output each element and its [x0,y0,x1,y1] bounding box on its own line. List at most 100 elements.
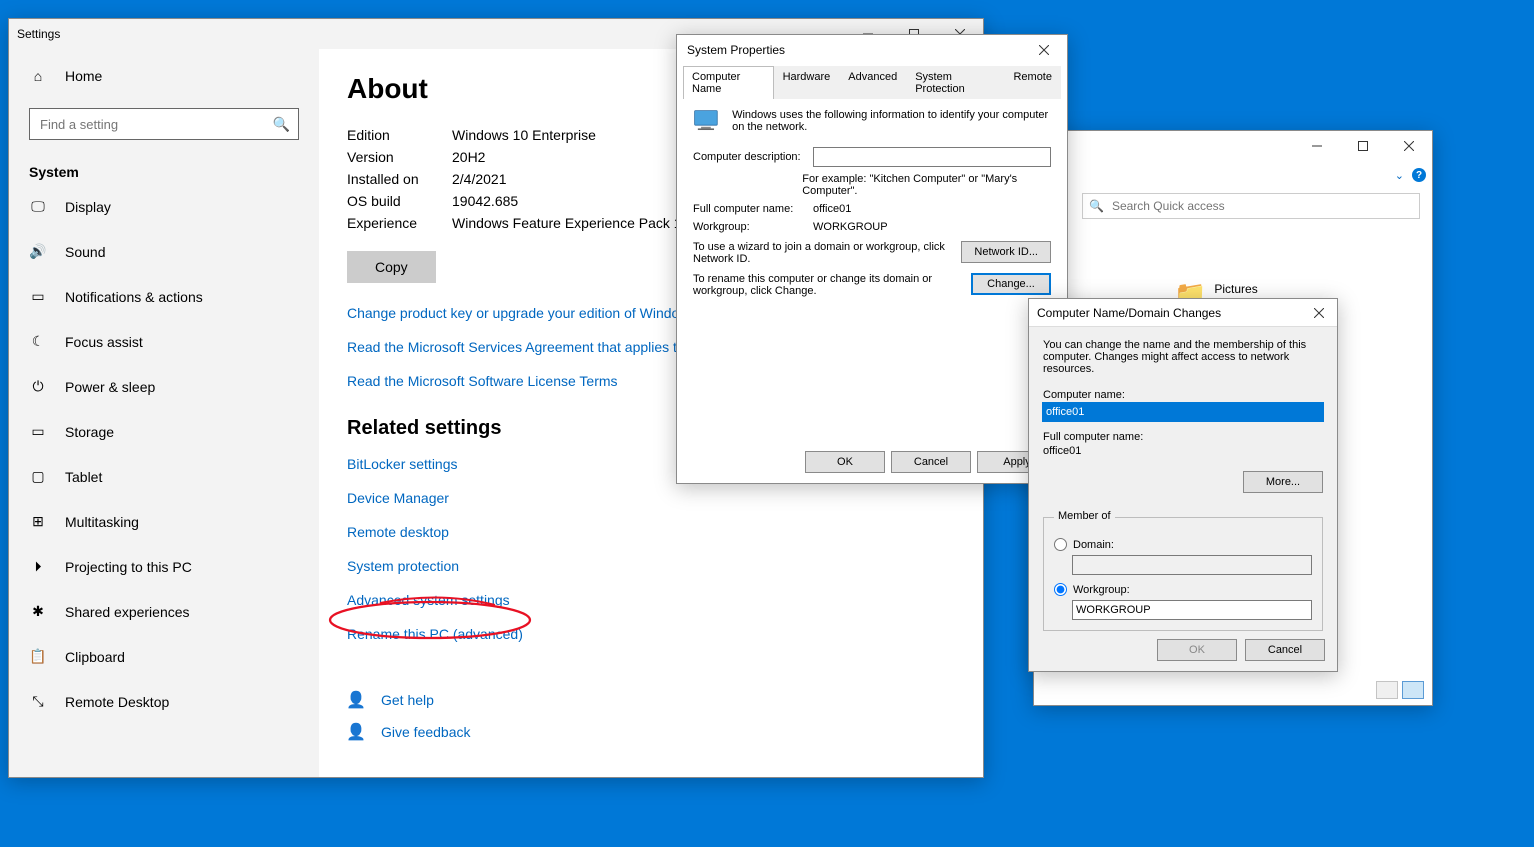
experience-label: Experience [347,215,452,231]
close-button[interactable] [1386,131,1432,161]
full-computer-name-value-dlg: office01 [1043,445,1323,457]
maximize-button[interactable] [1340,131,1386,161]
get-help-link[interactable]: Get help [381,692,434,708]
explorer-search-input[interactable] [1110,198,1413,214]
edition-value: Windows 10 Enterprise [452,127,596,143]
nav-power-sleep[interactable]: ⏻Power & sleep [9,364,319,409]
nav-projecting[interactable]: ⏵Projecting to this PC [9,544,319,589]
minimize-button[interactable] [1294,131,1340,161]
nav-sound[interactable]: 🔊Sound [9,229,319,274]
settings-search-box[interactable]: 🔍 [29,108,299,140]
search-icon: 🔍 [273,116,290,133]
home-nav[interactable]: ⌂ Home [9,53,319,98]
home-icon: ⌂ [29,68,47,84]
more-button[interactable]: More... [1243,471,1323,493]
view-details-icon[interactable] [1376,681,1398,699]
computer-name-label: Computer name: [1043,389,1323,401]
sysprops-title: System Properties [677,43,1021,57]
get-help-row[interactable]: 👤 Get help [347,690,955,710]
tab-remote[interactable]: Remote [1004,66,1061,99]
explorer-titlebar [1034,131,1432,161]
tab-computer-name[interactable]: Computer Name [683,66,774,99]
sound-icon: 🔊 [29,243,47,260]
help-icon[interactable]: ? [1412,168,1426,182]
view-large-icon[interactable] [1402,681,1424,699]
full-computer-name-value: office01 [813,203,851,215]
domain-changes-dialog: Computer Name/Domain Changes You can cha… [1028,298,1338,672]
nav-focus-assist[interactable]: ☾Focus assist [9,319,319,364]
multitasking-icon: ⊞ [29,513,47,530]
member-of-legend: Member of [1054,510,1115,522]
give-feedback-row[interactable]: 👤 Give feedback [347,722,955,742]
focus-icon: ☾ [29,333,47,350]
nav-tablet[interactable]: ▢Tablet [9,454,319,499]
tab-system-protection[interactable]: System Protection [906,66,1004,99]
link-system-protection[interactable]: System protection [347,558,955,574]
explorer-ribbon: ⌄ ? [1034,161,1432,189]
member-of-group: Member of Domain: Workgroup: [1043,517,1323,631]
link-device-manager[interactable]: Device Manager [347,490,955,506]
tab-advanced[interactable]: Advanced [839,66,906,99]
remote-desktop-icon: ⤡ [29,693,47,710]
nav-storage[interactable]: ▭Storage [9,409,319,454]
sysprops-intro: Windows uses the following information t… [732,109,1051,133]
explorer-search-box[interactable]: 🔍 [1082,193,1420,219]
tab-hardware[interactable]: Hardware [774,66,840,99]
domain-dialog-title: Computer Name/Domain Changes [1029,306,1301,320]
nav-remote-desktop[interactable]: ⤡Remote Desktop [9,679,319,724]
system-properties-dialog: System Properties Computer Name Hardware… [676,34,1068,484]
cancel-button[interactable]: Cancel [1245,639,1325,661]
give-feedback-link[interactable]: Give feedback [381,724,471,740]
computer-name-input[interactable] [1043,403,1323,421]
link-rename-pc-advanced[interactable]: Rename this PC (advanced) [347,626,955,642]
domain-radio[interactable] [1054,538,1067,551]
nav-notifications[interactable]: ▭Notifications & actions [9,274,319,319]
workgroup-value: WORKGROUP [813,221,888,233]
computer-description-input[interactable] [813,147,1051,167]
nav-clipboard[interactable]: 📋Clipboard [9,634,319,679]
workgroup-input[interactable] [1072,600,1312,620]
search-icon: 🔍 [1089,199,1104,213]
system-heading: System [9,152,319,184]
nav-multitasking[interactable]: ⊞Multitasking [9,499,319,544]
feedback-icon: 👤 [347,722,365,742]
get-help-icon: 👤 [347,690,365,710]
computer-description-example: For example: "Kitchen Computer" or "Mary… [802,173,1051,197]
power-icon: ⏻ [29,378,47,395]
domain-dialog-intro: You can change the name and the membersh… [1043,339,1323,375]
close-button[interactable] [1301,298,1337,328]
change-button[interactable]: Change... [971,273,1051,295]
ok-button[interactable]: OK [1157,639,1237,661]
osbuild-label: OS build [347,193,452,209]
ok-button[interactable]: OK [805,451,885,473]
domain-input [1072,555,1312,575]
nav-display[interactable]: 🖵Display [9,184,319,229]
domain-radio-label: Domain: [1073,539,1114,551]
link-remote-desktop[interactable]: Remote desktop [347,524,955,540]
network-id-text: To use a wizard to join a domain or work… [693,241,951,265]
edition-label: Edition [347,127,452,143]
workgroup-label: Workgroup: [693,221,813,233]
ribbon-chevron-icon[interactable]: ⌄ [1395,169,1404,182]
workgroup-radio[interactable] [1054,583,1067,596]
folder-name: Pictures [1214,282,1257,296]
link-advanced-system-settings[interactable]: Advanced system settings [347,592,955,608]
network-id-button[interactable]: Network ID... [961,241,1051,263]
home-label: Home [65,68,102,84]
computer-description-label: Computer description: [693,151,813,163]
storage-icon: ▭ [29,423,47,440]
workgroup-radio-label: Workgroup: [1073,584,1130,596]
osbuild-value: 19042.685 [452,193,518,209]
full-computer-name-label: Full computer name: [693,203,813,215]
projecting-icon: ⏵ [29,558,47,575]
installed-label: Installed on [347,171,452,187]
tablet-icon: ▢ [29,468,47,485]
nav-shared-experiences[interactable]: ✱Shared experiences [9,589,319,634]
settings-sidebar: ⌂ Home 🔍 System 🖵Display 🔊Sound ▭Notific… [9,49,319,777]
close-button[interactable] [1021,35,1067,65]
cancel-button[interactable]: Cancel [891,451,971,473]
version-value: 20H2 [452,149,485,165]
change-text: To rename this computer or change its do… [693,273,961,297]
copy-button[interactable]: Copy [347,251,436,283]
settings-search-input[interactable] [38,116,273,133]
